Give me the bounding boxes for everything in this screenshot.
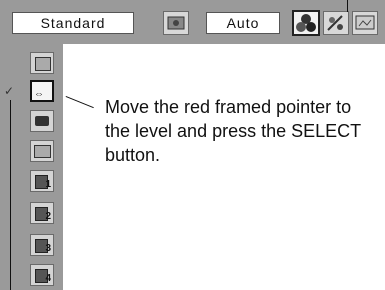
menu-item-camera[interactable]	[30, 110, 54, 132]
screen-icon	[34, 145, 51, 158]
menu-item-memory-1[interactable]: 1	[30, 170, 54, 192]
menu-item-screen[interactable]	[30, 140, 54, 162]
input-icon	[35, 57, 51, 71]
level-line	[10, 100, 11, 290]
camera-icon	[35, 116, 49, 126]
top-menu-bar: Standard Auto	[0, 0, 385, 44]
callout-line	[65, 96, 94, 109]
color-adjust-icon[interactable]	[323, 11, 349, 35]
screen-icon[interactable]	[352, 11, 378, 35]
auto-field[interactable]: Auto	[206, 12, 280, 34]
menu-item-memory-2[interactable]: 2	[30, 202, 54, 224]
image-adjust-icon[interactable]	[292, 10, 320, 36]
callout-text: Move the red framed pointer to the level…	[105, 97, 361, 165]
menu-item-pointer[interactable]: ⇔	[30, 80, 54, 102]
image-mode-field[interactable]: Standard	[12, 12, 134, 34]
pointer-line	[347, 0, 348, 12]
check-icon: ✓	[4, 84, 15, 98]
menu-item-memory-3[interactable]: 3	[30, 234, 54, 256]
menu-item-memory-4[interactable]: 4	[30, 264, 54, 286]
pointer-icon: ⇔	[34, 89, 44, 100]
menu-item-input[interactable]	[30, 52, 54, 74]
preset-icon[interactable]	[163, 11, 189, 35]
